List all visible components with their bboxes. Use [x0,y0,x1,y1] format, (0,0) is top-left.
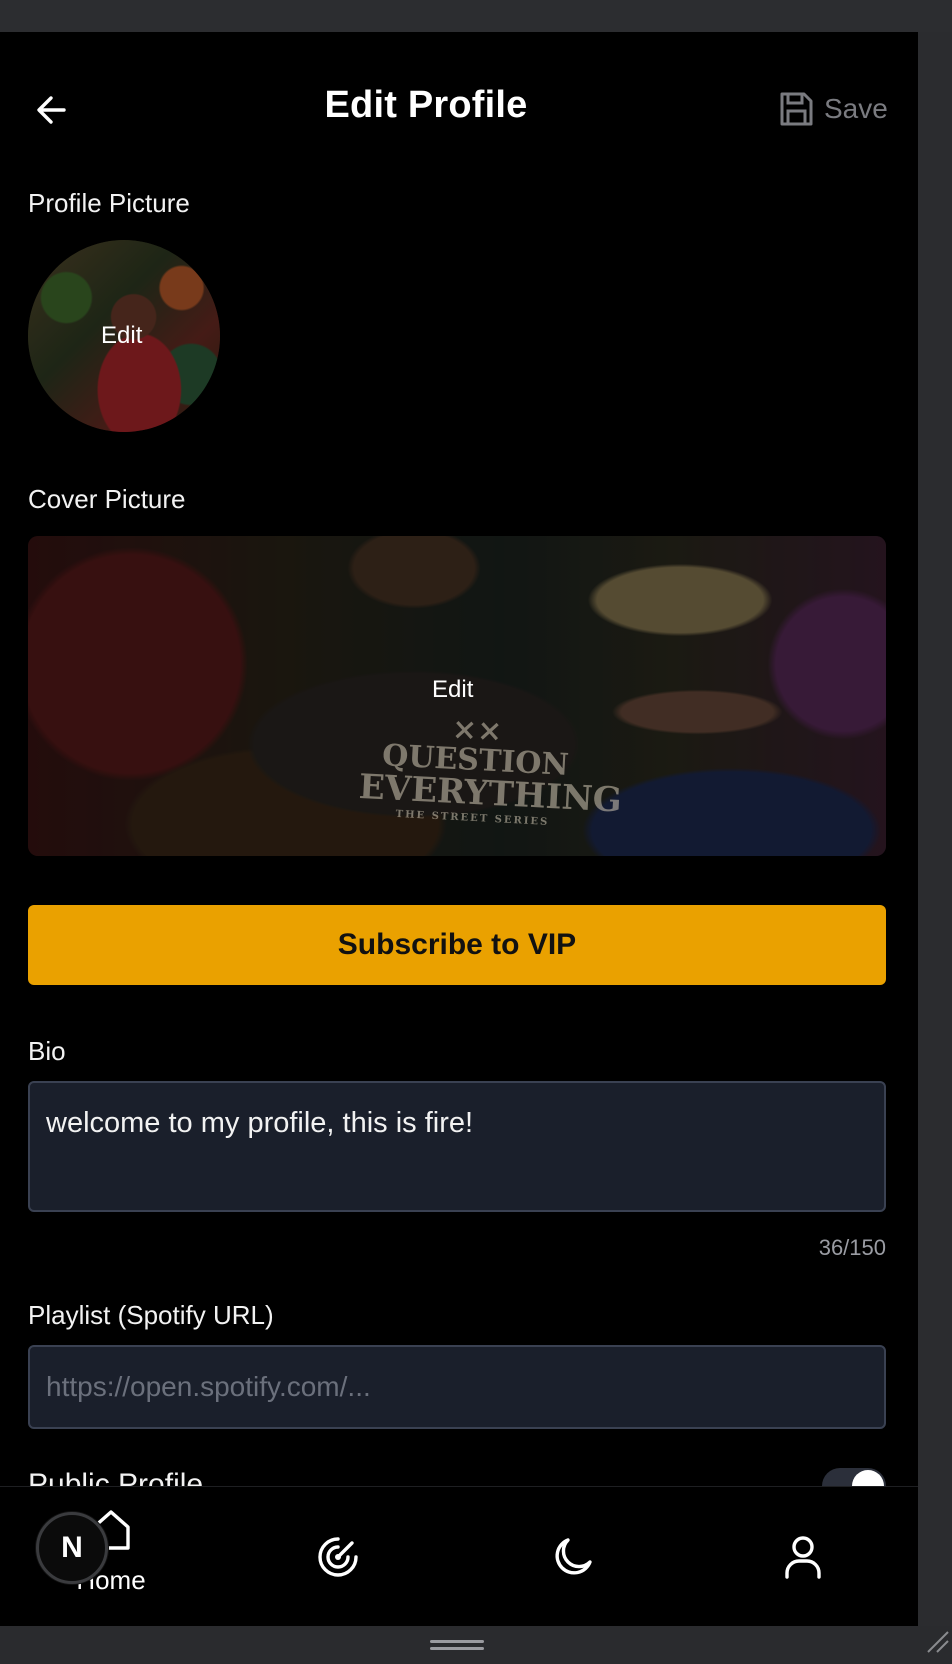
save-icon [780,92,813,126]
app-screen: Edit Profile Save Profile Picture Edit C… [0,32,918,1626]
save-label: Save [824,93,888,124]
profile-picture-edit-label: Edit [101,322,143,349]
subscribe-vip-button[interactable]: Subscribe to VIP [28,905,886,985]
page-title: Edit Profile [324,84,528,126]
dev-tools-badge[interactable]: N [36,1512,108,1584]
side-resize-handle[interactable] [933,803,937,855]
bio-label: Bio [28,1036,66,1066]
header: Edit Profile Save [0,32,918,182]
radar-icon [318,1537,358,1577]
profile-picture-label: Profile Picture [28,188,190,218]
resize-grip-icon[interactable] [924,1628,950,1654]
nav-profile[interactable] [773,1487,833,1626]
bottom-nav: Home [0,1486,918,1626]
cover-picture-edit-label: Edit [432,676,474,703]
save-button[interactable]: Save [778,88,888,130]
nav-night[interactable] [543,1487,603,1626]
bio-textarea[interactable]: welcome to my profile, this is fire! [28,1081,886,1212]
moon-icon [555,1538,592,1575]
playlist-url-input[interactable] [28,1345,886,1429]
nav-radar[interactable] [308,1487,368,1626]
user-icon [785,1536,821,1579]
playlist-label: Playlist (Spotify URL) [28,1300,274,1330]
profile-picture[interactable]: Edit [28,240,220,432]
cover-picture-label: Cover Picture [28,484,186,514]
cover-picture[interactable]: ×× QUESTION EVERYTHING THE STREET SERIES… [28,536,886,856]
bottom-resize-handle[interactable] [430,1640,484,1652]
cover-shirt-print: ×× QUESTION EVERYTHING THE STREET SERIES [357,711,623,828]
bio-char-counter: 36/150 [818,1235,886,1260]
browser-top-bar [0,0,952,32]
